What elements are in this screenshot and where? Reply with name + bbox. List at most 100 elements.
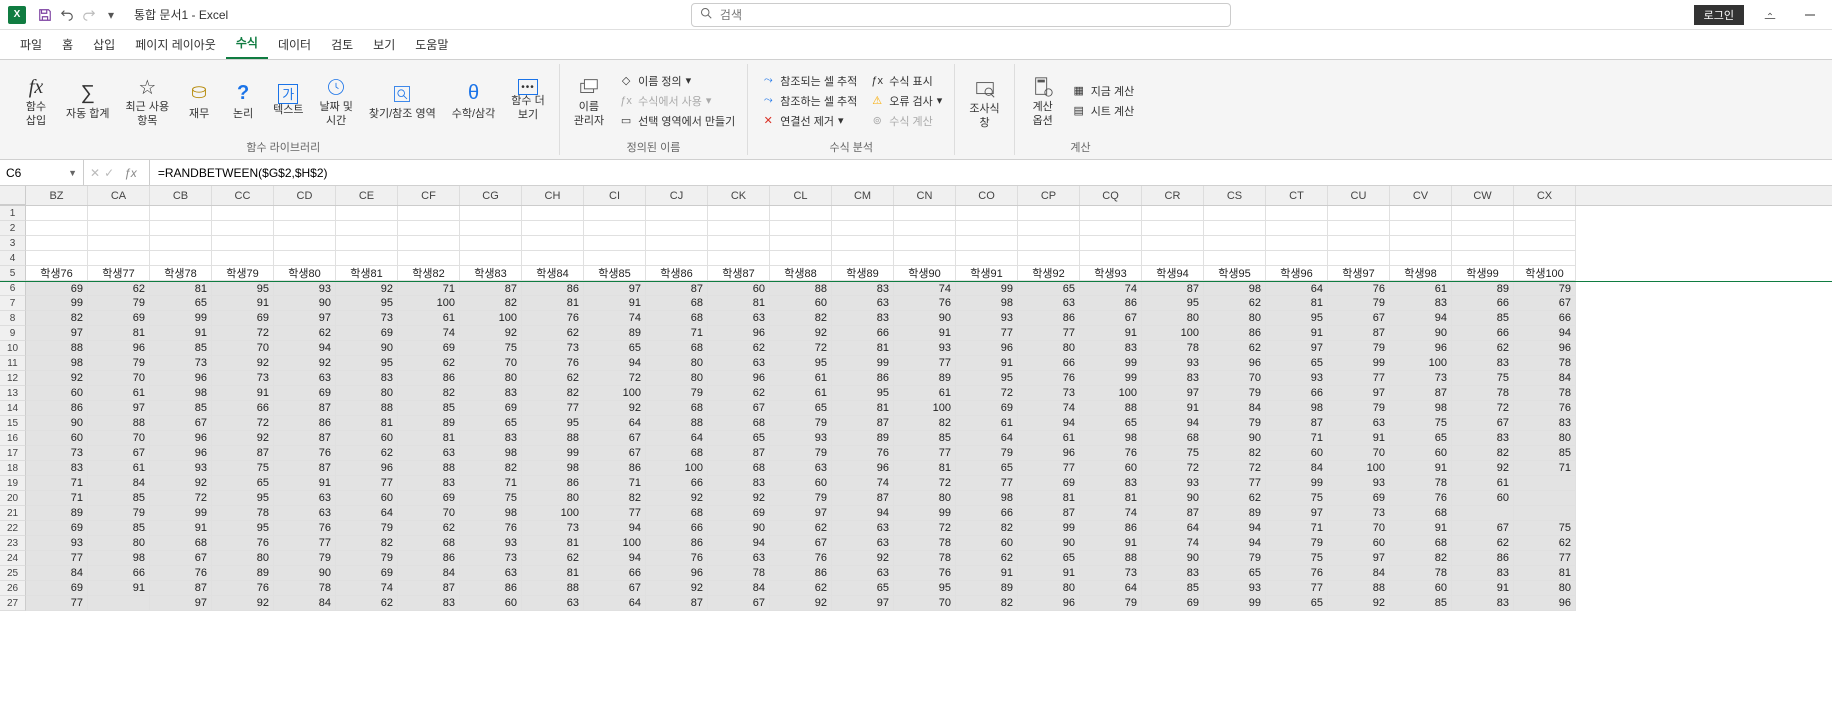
- spreadsheet-grid[interactable]: BZCACBCCCDCECFCGCHCICJCKCLCMCNCOCPCQCRCS…: [0, 186, 1832, 611]
- cell[interactable]: [1390, 206, 1452, 221]
- cell[interactable]: 66: [1452, 296, 1514, 311]
- cell[interactable]: [88, 221, 150, 236]
- cell[interactable]: 93: [1204, 581, 1266, 596]
- cell[interactable]: [1390, 236, 1452, 251]
- cell[interactable]: [88, 206, 150, 221]
- cell[interactable]: [1018, 221, 1080, 236]
- column-header[interactable]: CO: [956, 186, 1018, 205]
- cell[interactable]: 82: [1452, 446, 1514, 461]
- cell[interactable]: 60: [26, 431, 88, 446]
- cell[interactable]: [212, 251, 274, 266]
- cell[interactable]: 64: [1142, 521, 1204, 536]
- cell[interactable]: 82: [460, 461, 522, 476]
- cell[interactable]: 70: [212, 341, 274, 356]
- cell[interactable]: 65: [460, 416, 522, 431]
- cell[interactable]: 86: [398, 551, 460, 566]
- cell[interactable]: [894, 206, 956, 221]
- cell[interactable]: 76: [274, 446, 336, 461]
- column-header[interactable]: CP: [1018, 186, 1080, 205]
- cell[interactable]: 학생78: [150, 266, 212, 281]
- cell[interactable]: 79: [770, 491, 832, 506]
- cell[interactable]: 99: [1080, 356, 1142, 371]
- row-header[interactable]: 3: [0, 236, 26, 251]
- cell[interactable]: [398, 236, 460, 251]
- cell[interactable]: 77: [1018, 461, 1080, 476]
- cell[interactable]: [26, 206, 88, 221]
- cell[interactable]: [1514, 476, 1576, 491]
- cell[interactable]: 72: [770, 341, 832, 356]
- cell[interactable]: 89: [956, 581, 1018, 596]
- cell[interactable]: 83: [1452, 566, 1514, 581]
- cell[interactable]: 96: [150, 431, 212, 446]
- cell[interactable]: 96: [88, 341, 150, 356]
- cell[interactable]: 62: [708, 341, 770, 356]
- column-header[interactable]: CM: [832, 186, 894, 205]
- watch-window-button[interactable]: 조사식 창: [963, 73, 1005, 131]
- row-header[interactable]: 8: [0, 311, 26, 326]
- row-header[interactable]: 25: [0, 566, 26, 581]
- cell[interactable]: 81: [398, 431, 460, 446]
- trace-precedents-button[interactable]: ⤳참조되는 셀 추적: [756, 72, 861, 90]
- cell[interactable]: 73: [26, 446, 88, 461]
- cell[interactable]: 68: [708, 461, 770, 476]
- cell[interactable]: 79: [88, 356, 150, 371]
- cell[interactable]: 87: [398, 581, 460, 596]
- cell[interactable]: 학생95: [1204, 266, 1266, 281]
- tab-file[interactable]: 파일: [10, 30, 52, 59]
- cell[interactable]: 82: [894, 416, 956, 431]
- cell[interactable]: 76: [460, 521, 522, 536]
- cell[interactable]: 62: [398, 356, 460, 371]
- cell[interactable]: [646, 221, 708, 236]
- cell[interactable]: 89: [212, 566, 274, 581]
- cell[interactable]: 94: [708, 536, 770, 551]
- cell[interactable]: 76: [1328, 282, 1390, 296]
- cell[interactable]: 95: [212, 491, 274, 506]
- cell[interactable]: [646, 251, 708, 266]
- cell[interactable]: [26, 221, 88, 236]
- cell[interactable]: 83: [398, 476, 460, 491]
- cell[interactable]: 96: [956, 341, 1018, 356]
- cell[interactable]: 87: [1328, 326, 1390, 341]
- cell[interactable]: 65: [1390, 431, 1452, 446]
- cell[interactable]: 99: [956, 282, 1018, 296]
- define-name-button[interactable]: ◇이름 정의 ▾: [614, 72, 739, 90]
- row-header[interactable]: 4: [0, 251, 26, 266]
- cell[interactable]: 학생82: [398, 266, 460, 281]
- cell[interactable]: 69: [1142, 596, 1204, 611]
- cell[interactable]: 62: [1204, 296, 1266, 311]
- cell[interactable]: 60: [770, 476, 832, 491]
- cell[interactable]: 93: [1142, 476, 1204, 491]
- cell[interactable]: 63: [398, 446, 460, 461]
- cell[interactable]: [584, 251, 646, 266]
- cell[interactable]: 학생90: [894, 266, 956, 281]
- cell[interactable]: 87: [1390, 386, 1452, 401]
- cell[interactable]: 87: [646, 282, 708, 296]
- cell[interactable]: 92: [708, 491, 770, 506]
- cell[interactable]: 99: [522, 446, 584, 461]
- cell[interactable]: 79: [1204, 551, 1266, 566]
- cell[interactable]: 72: [1452, 401, 1514, 416]
- cell[interactable]: 97: [1328, 551, 1390, 566]
- cell[interactable]: 학생94: [1142, 266, 1204, 281]
- cell[interactable]: 77: [522, 401, 584, 416]
- cell[interactable]: [832, 206, 894, 221]
- cell[interactable]: 86: [26, 401, 88, 416]
- cell[interactable]: 80: [1018, 581, 1080, 596]
- cell[interactable]: 98: [1204, 282, 1266, 296]
- search-input[interactable]: [720, 8, 1222, 22]
- cell[interactable]: 96: [1514, 341, 1576, 356]
- row-header[interactable]: 18: [0, 461, 26, 476]
- cell[interactable]: [336, 236, 398, 251]
- cell[interactable]: 81: [88, 326, 150, 341]
- cell[interactable]: 86: [1080, 296, 1142, 311]
- cell[interactable]: 60: [26, 386, 88, 401]
- cell[interactable]: 92: [584, 401, 646, 416]
- cell[interactable]: 73: [336, 311, 398, 326]
- date-time-button[interactable]: 날짜 및 시간: [313, 71, 358, 129]
- cell[interactable]: 69: [336, 326, 398, 341]
- cell[interactable]: 64: [584, 596, 646, 611]
- cell[interactable]: 학생97: [1328, 266, 1390, 281]
- cell[interactable]: 65: [212, 476, 274, 491]
- cell[interactable]: 76: [212, 536, 274, 551]
- cell[interactable]: 학생100: [1514, 266, 1576, 281]
